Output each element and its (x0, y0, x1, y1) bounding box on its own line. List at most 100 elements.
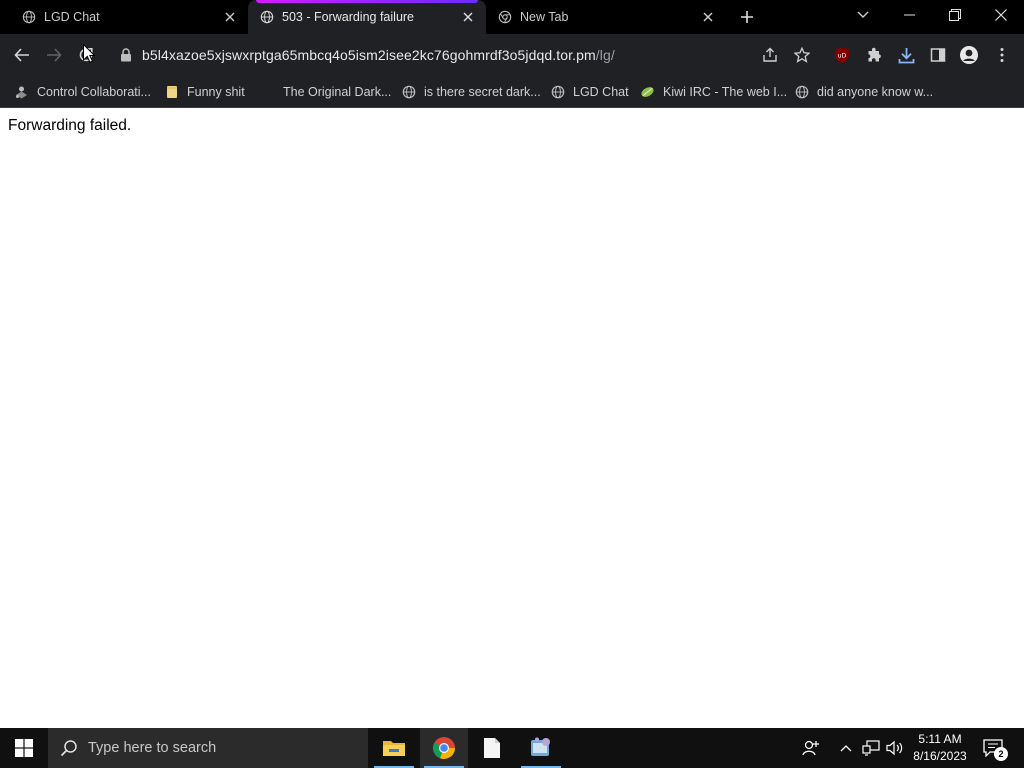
bookmarks-bar: Control Collaborati... Funny shit The Or… (0, 76, 1024, 108)
new-tab-button[interactable] (736, 6, 758, 28)
url-path: /lg/ (595, 47, 615, 63)
tab-title: 503 - Forwarding failure (282, 10, 415, 24)
close-icon (995, 9, 1007, 21)
app-icon (531, 737, 550, 756)
search-icon (60, 740, 77, 757)
start-button[interactable] (0, 728, 48, 768)
globe-icon (22, 10, 36, 24)
page-content: Forwarding failed. (0, 108, 1024, 728)
kiwi-icon (640, 85, 655, 100)
mouse-cursor-icon (83, 44, 95, 63)
minimize-button[interactable] (886, 0, 932, 30)
bookmark-funny-folder[interactable]: Funny shit (164, 82, 245, 102)
chrome-icon (498, 10, 512, 24)
bookmark-label: Control Collaborati... (37, 85, 151, 99)
bookmark-label: did anyone know w... (817, 85, 934, 99)
plus-icon (741, 11, 753, 23)
svg-text:uD: uD (838, 53, 847, 60)
taskbar-chrome[interactable] (420, 728, 468, 768)
lock-icon[interactable] (120, 48, 132, 62)
clock-time: 5:11 AM (918, 732, 962, 746)
tab-lgd-chat[interactable]: LGD Chat (0, 0, 248, 34)
people-button[interactable] (798, 728, 824, 768)
browser-toolbar: b5l4xazoe5xjswxrptga65mbcq4o5ism2isee2kc… (0, 34, 1024, 76)
ublock-icon: uD (835, 47, 849, 63)
profile-button[interactable] (959, 45, 979, 65)
url-host: b5l4xazoe5xjswxrptga65mbcq4o5ism2isee2kc… (142, 47, 596, 63)
windows-logo-icon (15, 739, 33, 757)
address-bar[interactable]: b5l4xazoe5xjswxrptga65mbcq4o5ism2isee2kc… (108, 39, 820, 71)
bookmark-label: is there secret dark... (424, 85, 541, 99)
minimize-icon (903, 14, 915, 16)
share-icon (763, 47, 777, 62)
taskbar-notepad[interactable] (468, 728, 516, 768)
tab-search-button[interactable] (840, 0, 886, 30)
tab-title: New Tab (520, 10, 569, 24)
bookmark-label: Funny shit (187, 85, 245, 99)
folder-icon (383, 741, 405, 756)
share-button[interactable] (760, 45, 780, 65)
close-tab-icon[interactable] (222, 9, 238, 25)
globe-icon (794, 85, 809, 100)
close-window-button[interactable] (978, 0, 1024, 30)
back-button[interactable] (10, 43, 34, 67)
bookmark-lgd-chat[interactable]: LGD Chat (550, 82, 629, 102)
speaker-icon (886, 740, 903, 756)
download-icon (898, 47, 914, 63)
kebab-menu-icon (1000, 48, 1004, 62)
clock-date: 8/16/2023 (913, 749, 967, 763)
notification-count-badge: 2 (994, 747, 1008, 761)
chevron-up-icon (840, 745, 852, 752)
network-icon (862, 740, 880, 756)
chevron-down-icon (857, 11, 869, 18)
close-tab-icon[interactable] (460, 9, 476, 25)
taskbar-app[interactable] (517, 728, 565, 768)
error-message: Forwarding failed. (8, 117, 132, 134)
downloads-button[interactable] (896, 45, 916, 65)
globe-icon (260, 10, 274, 24)
globe-icon (550, 85, 565, 100)
volume-button[interactable] (884, 728, 906, 768)
tab-strip: LGD Chat 503 - Forwarding failure New Ta… (0, 0, 1024, 34)
bookmark-label: The Original Dark... (283, 85, 392, 99)
bookmark-did-anyone-know[interactable]: did anyone know w... (794, 82, 933, 102)
bookmark-app-icon (14, 85, 29, 100)
restore-icon (949, 9, 961, 21)
tab-title: LGD Chat (44, 10, 100, 24)
side-panel-button[interactable] (928, 45, 948, 65)
search-placeholder: Type here to search (88, 740, 217, 756)
taskbar: Type here to search 5:11 AM 8/16/2023 2 (0, 728, 1024, 768)
bookmark-label: LGD Chat (573, 85, 629, 99)
bookmark-kiwi-irc[interactable]: Kiwi IRC - The web I... (640, 82, 787, 102)
blank-icon (260, 85, 275, 100)
puzzle-icon (868, 47, 881, 61)
document-icon (484, 738, 500, 758)
bookmark-label: Kiwi IRC - The web I... (663, 85, 788, 99)
arrow-right-icon (47, 48, 62, 62)
globe-icon (401, 85, 416, 100)
forward-button[interactable] (42, 43, 66, 67)
chrome-icon (433, 737, 455, 759)
extensions-button[interactable] (864, 45, 884, 65)
ublock-extension-button[interactable]: uD (832, 45, 852, 65)
bookmark-original-dark[interactable]: The Original Dark... (260, 82, 391, 102)
arrow-left-icon (14, 48, 29, 62)
tab-new-tab[interactable]: New Tab (486, 0, 726, 34)
restore-button[interactable] (932, 0, 978, 30)
close-tab-icon[interactable] (700, 9, 716, 25)
network-button[interactable] (859, 728, 883, 768)
avatar-icon (960, 46, 978, 64)
taskbar-search[interactable]: Type here to search (48, 728, 368, 768)
bookmark-star-button[interactable] (792, 45, 812, 65)
bookmark-secret-dark[interactable]: is there secret dark... (401, 82, 541, 102)
side-panel-icon (930, 48, 946, 62)
star-icon (794, 47, 810, 63)
url-text: b5l4xazoe5xjswxrptga65mbcq4o5ism2isee2kc… (142, 47, 615, 63)
folder-icon (164, 85, 179, 100)
taskbar-file-explorer[interactable] (370, 728, 418, 768)
taskbar-clock[interactable]: 5:11 AM 8/16/2023 (905, 731, 975, 765)
bookmark-control-collaboration[interactable]: Control Collaborati... (14, 82, 151, 102)
menu-button[interactable] (992, 45, 1012, 65)
show-hidden-icons-button[interactable] (836, 728, 856, 768)
tab-forwarding-failure[interactable]: 503 - Forwarding failure (248, 0, 486, 34)
